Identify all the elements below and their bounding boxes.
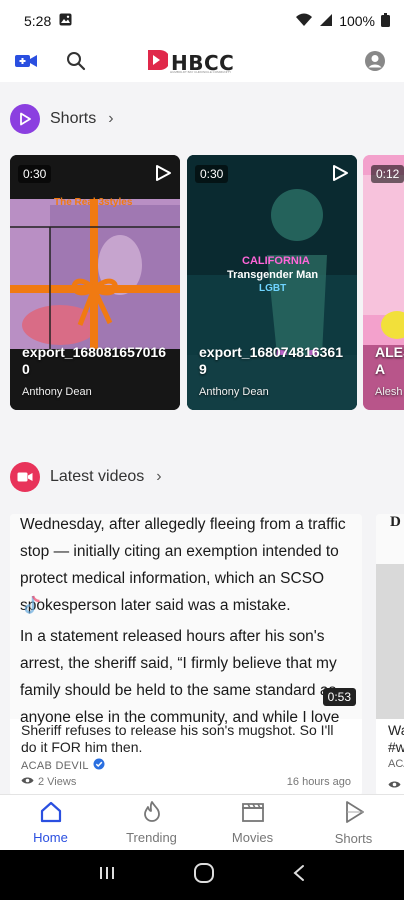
short-duration: 0:12 [371,165,404,183]
thumbnail-text-line: arrest, the sheriff said, “I firmly beli… [20,655,337,672]
verified-badge-icon [93,758,105,773]
home-button-icon[interactable] [193,862,215,889]
short-overlay-text: The Real 3styles [54,197,133,208]
thumbnail-text-line: family should be held to the same standa… [20,682,337,699]
thumbnail-text-line: protect medical information, which an SC… [20,570,325,587]
short-card[interactable]: 0:12 ALES THA Alesh [363,155,404,410]
tiktok-watermark-icon [24,594,42,621]
video-thumbnail: Wednesday, after allegedly fleeing from … [10,514,362,726]
wifi-icon [295,13,313,30]
short-play-icon [154,164,172,187]
shorts-play-icon [342,800,366,827]
nav-trending-label: Trending [126,829,177,845]
channel-name: ACAB DEVIL [21,759,89,772]
video-title: Sheriff refuses to release his son's mug… [21,722,334,755]
video-channel[interactable]: ACAB DEVIL [21,758,105,773]
short-author: Alesh [375,386,403,398]
go-live-camera-icon[interactable] [14,50,38,77]
video-title: Wa #w [388,722,404,755]
nav-trending[interactable]: Trending [101,795,202,850]
latest-videos-section-header[interactable]: Latest videos › [10,462,162,492]
shorts-section-title: Shorts [50,110,97,127]
system-navigation-bar [0,850,404,900]
nav-home-label: Home [33,829,68,845]
video-thumbnail: D [376,514,404,564]
short-duration: 0:30 [18,165,52,183]
thumbnail-text-line: stop — initially citing an exemption int… [20,543,339,560]
chevron-right-icon: › [156,468,162,485]
short-overlay-line2: Transgender Man [227,269,319,281]
eye-icon [21,776,34,788]
chevron-right-icon: › [108,110,114,127]
search-icon[interactable] [66,50,86,77]
channel-name: ACA [388,758,404,770]
battery-percent: 100% [339,13,375,29]
short-overlay-line3: LGBT [259,283,287,294]
short-play-icon [331,164,349,187]
bottom-navigation: Home Trending Movies Shorts [0,794,404,850]
signal-icon [319,13,333,30]
short-card[interactable]: CALIFORNIA Transgender Man LGBT 0:30 exp… [187,155,357,410]
short-title: export_1680748163619 [199,344,344,377]
views-text: 2 Views [38,776,77,788]
short-duration: 0:30 [195,165,229,183]
gallery-notification-icon [59,13,72,29]
nav-shorts[interactable]: Shorts [303,795,404,850]
thumbnail-text-line: Wednesday, after allegedly fleeing from … [20,516,346,533]
eye-icon [388,776,401,794]
latest-videos-title: Latest videos [50,468,145,485]
video-age: 16 hours ago [286,776,351,788]
video-duration: 0:53 [322,688,356,706]
home-icon [39,801,63,826]
logo-subtitle: HUMBOLDT BAY CHRONICLE COMMUNITY [170,70,232,74]
recent-apps-icon[interactable] [98,865,116,886]
shorts-badge-icon [10,104,40,134]
battery-icon [381,12,390,30]
views-count: 2 Views [21,776,76,788]
short-author: Anthony Dean [199,386,269,398]
hbcc-logo[interactable]: HBCC HUMBOLDT BAY CHRONICLE COMMUNITY [146,48,234,77]
thumbnail-text-line: In a statement released hours after his … [20,628,325,645]
short-title: export_1680816570160 [22,344,167,377]
home-feed[interactable]: Shorts › The Real 3styles 0:30 export_16… [0,82,404,794]
short-author: Anthony Dean [22,386,92,398]
shorts-section-header[interactable]: Shorts › [10,104,114,134]
account-avatar-icon[interactable] [364,50,386,77]
video-camera-badge-icon [10,462,40,492]
status-time: 5:28 [24,13,52,29]
logo-mark-icon [146,48,170,77]
video-card[interactable]: Wednesday, after allegedly fleeing from … [10,514,362,794]
nav-movies[interactable]: Movies [202,795,303,850]
nav-movies-label: Movies [231,829,274,845]
status-bar: 5:28 100% [0,0,404,42]
nav-home[interactable]: Home [0,795,101,850]
short-title: ALES THA [375,344,404,377]
thumbnail-text-line: spokesperson later said was a mistake. [20,597,291,614]
video-meta: 2 Views 16 hours ago [21,776,351,788]
flame-icon [142,800,162,826]
back-icon[interactable] [292,864,306,887]
shorts-carousel[interactable]: The Real 3styles 0:30 export_16808165701… [10,155,404,410]
short-overlay-line1: CALIFORNIA [242,255,310,267]
short-card[interactable]: The Real 3styles 0:30 export_16808165701… [10,155,180,410]
nav-shorts-label: Shorts [334,830,373,846]
video-card[interactable]: D Wa #w ACA [376,514,404,794]
app-header: HBCC HUMBOLDT BAY CHRONICLE COMMUNITY [0,42,404,82]
clapperboard-icon [241,801,265,826]
video-thumbnail-body [376,564,404,719]
